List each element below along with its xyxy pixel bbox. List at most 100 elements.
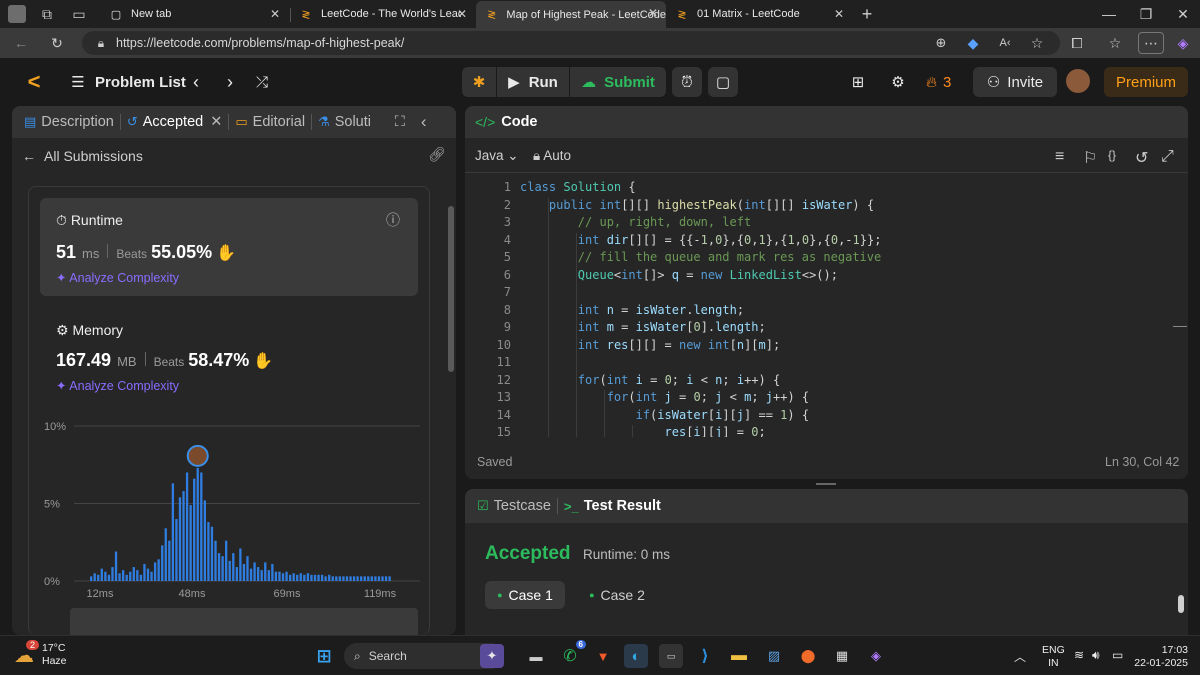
code-editor[interactable]: 1 class Solution {2 public int[][] highes… (465, 180, 1175, 437)
prev-problem-icon[interactable]: ‹ (186, 72, 206, 92)
folder-icon[interactable]: ▬ (727, 644, 751, 668)
invite-button[interactable]: ⚇ Invite (973, 67, 1057, 97)
new-tab-button[interactable]: + (856, 3, 878, 25)
volume-icon[interactable]: 🔊︎ (1092, 648, 1100, 663)
expand-icon[interactable]: ⛶ (395, 106, 405, 138)
analyze-complexity-link[interactable]: ✦ Analyze Complexity (56, 378, 179, 393)
debug-button[interactable]: ✱ (462, 67, 496, 97)
layout-icon[interactable]: ⊞ (848, 72, 868, 92)
close-icon[interactable]: ✕ (270, 7, 280, 21)
close-icon[interactable]: ✕ (210, 114, 222, 130)
favorites-icon[interactable]: ☆ (1104, 32, 1126, 54)
weather-widget[interactable]: ☁︎ 2 17°C Haze (14, 639, 67, 668)
tab-solutions[interactable]: ⚗Solutio (318, 106, 371, 138)
restore-icon[interactable]: ❐ (1135, 3, 1157, 25)
language-select[interactable]: Java ⌄ (475, 148, 519, 164)
braces-icon[interactable]: {} (1108, 148, 1116, 162)
tab-new-tab[interactable]: ▢ New tab ✕ (100, 2, 288, 26)
terminal-app-icon[interactable]: ▭ (659, 644, 683, 668)
vscode-icon[interactable]: ⟩ (693, 644, 717, 668)
minimize-icon[interactable]: — (1098, 3, 1120, 25)
copilot-taskbar-icon[interactable]: ✦ (480, 644, 504, 668)
favorite-star-icon[interactable]: ☆ (1026, 32, 1048, 54)
app-orange-icon[interactable]: ⬤ (796, 644, 820, 668)
panel-resize-handle[interactable] (816, 483, 836, 485)
chart-bar (232, 553, 235, 581)
reset-icon[interactable]: ↺ (1135, 148, 1148, 168)
result-status: Accepted (485, 543, 571, 564)
refresh-icon[interactable]: ↻ (46, 32, 68, 54)
brave-icon[interactable]: ▼ (591, 644, 615, 668)
extensions-icon[interactable]: ⧠ (1066, 32, 1088, 54)
line-number: 12 (496, 372, 511, 387)
fullscreen-icon[interactable]: ⤢ (1161, 148, 1174, 166)
share-link-icon[interactable]: 🔗︎ (428, 146, 446, 163)
leetcode-logo-icon[interactable]: < (22, 69, 46, 94)
scrollbar[interactable] (448, 206, 454, 372)
case-1-tab[interactable]: ● Case 1 (485, 581, 565, 609)
analyze-complexity-link[interactable]: ✦ Analyze Complexity (56, 270, 179, 285)
shuffle-icon[interactable]: ⤮ (252, 72, 272, 92)
language-indicator[interactable]: ENG IN (1042, 644, 1065, 670)
format-icon[interactable]: ≡ (1055, 148, 1064, 166)
problem-list-icon[interactable]: ☰ (68, 72, 88, 92)
scrollbar[interactable] (1178, 595, 1184, 613)
code-line: res[i][j] = 0; (664, 425, 766, 437)
auto-mode-toggle[interactable]: 🔒︎ Auto (533, 148, 571, 164)
submit-button[interactable]: ☁ Submit (570, 67, 666, 97)
premium-button[interactable]: Premium (1104, 67, 1188, 97)
all-submissions-link[interactable]: ← All Submissions (22, 148, 143, 164)
tab-01-matrix[interactable]: ≷ 01 Matrix - LeetCode ✕ (666, 2, 852, 26)
wifi-icon[interactable]: ≋ (1074, 648, 1084, 662)
tab-map-of-highest-peak[interactable]: ≷ Map of Highest Peak - LeetCode ✕ (476, 1, 666, 28)
store-icon[interactable]: ▦ (830, 644, 854, 668)
run-button[interactable]: ▶ Run (497, 67, 569, 97)
profile-avatar[interactable] (8, 5, 26, 23)
info-icon[interactable]: ⓘ (386, 210, 400, 230)
more-menu-icon[interactable]: ⋯ (1138, 32, 1164, 54)
streak-button[interactable]: 🔥︎ 3 (926, 72, 951, 92)
memory-value-row: 167.49 MB Beats 58.47% ✋ (56, 350, 274, 370)
file-explorer-taskbar-icon[interactable]: ▬ (524, 644, 548, 668)
close-icon[interactable]: ✕ (457, 7, 467, 21)
collapse-panel-icon[interactable]: ‹ (421, 106, 427, 138)
clock[interactable]: 17:03 22-01-2025 (1132, 644, 1188, 670)
zoom-icon[interactable]: ⊕ (930, 32, 952, 54)
close-window-icon[interactable]: ✕ (1172, 3, 1194, 25)
next-problem-icon[interactable]: › (220, 72, 240, 92)
bookmark-icon[interactable]: ⚐ (1083, 148, 1097, 168)
chart-bar (377, 576, 381, 581)
back-icon[interactable]: ← (10, 32, 32, 54)
tab-accepted[interactable]: ↺ Accepted ✕ (127, 106, 223, 138)
tab-test-result[interactable]: >_ Test Result (564, 490, 661, 522)
windows-start-icon[interactable]: ⊞ (312, 644, 336, 668)
tab-editorial[interactable]: ▭ Editorial (235, 106, 305, 138)
read-aloud-icon[interactable]: A‹ (994, 32, 1016, 54)
copilot-app-icon[interactable]: ◈ (864, 644, 888, 668)
address-bar[interactable]: 🔒︎ https://leetcode.com/problems/map-of-… (82, 31, 1060, 55)
close-icon[interactable]: ✕ (834, 7, 844, 21)
extension-tag-icon[interactable]: ◆ (962, 32, 984, 54)
settings-icon[interactable]: ⚙ (888, 72, 908, 92)
workspaces-icon[interactable]: ⧉ (36, 3, 58, 25)
notes-button[interactable]: ▢ (708, 67, 738, 97)
tab-description[interactable]: ▤ Description (24, 106, 114, 138)
timer-button[interactable]: ⏰︎ (672, 67, 702, 97)
tab-testcase[interactable]: ☑ Testcase (477, 490, 551, 522)
clap-icon: ✋ (216, 245, 237, 262)
problem-list-link[interactable]: Problem List (95, 72, 186, 92)
show-hidden-icons[interactable]: ︿ (1014, 648, 1026, 665)
snipping-tool-icon[interactable]: ▨ (762, 644, 786, 668)
avatar[interactable] (1066, 69, 1090, 93)
close-icon[interactable]: ✕ (648, 6, 658, 20)
battery-icon[interactable]: ▭ (1112, 648, 1123, 662)
edge-icon[interactable]: ◐ (624, 644, 648, 668)
chart-minimap[interactable] (70, 608, 418, 635)
chart-bar (225, 540, 228, 581)
tab-leetcode-home[interactable]: ≷ LeetCode - The World's Leading O ✕ (290, 2, 475, 26)
tab-actions-icon[interactable]: ▭ (68, 3, 90, 25)
case-2-tab[interactable]: ● Case 2 (577, 581, 657, 609)
chart-bar (146, 568, 150, 581)
copilot-icon[interactable]: ◈ (1172, 32, 1194, 54)
whatsapp-icon[interactable]: ✆ 6 (558, 640, 586, 668)
